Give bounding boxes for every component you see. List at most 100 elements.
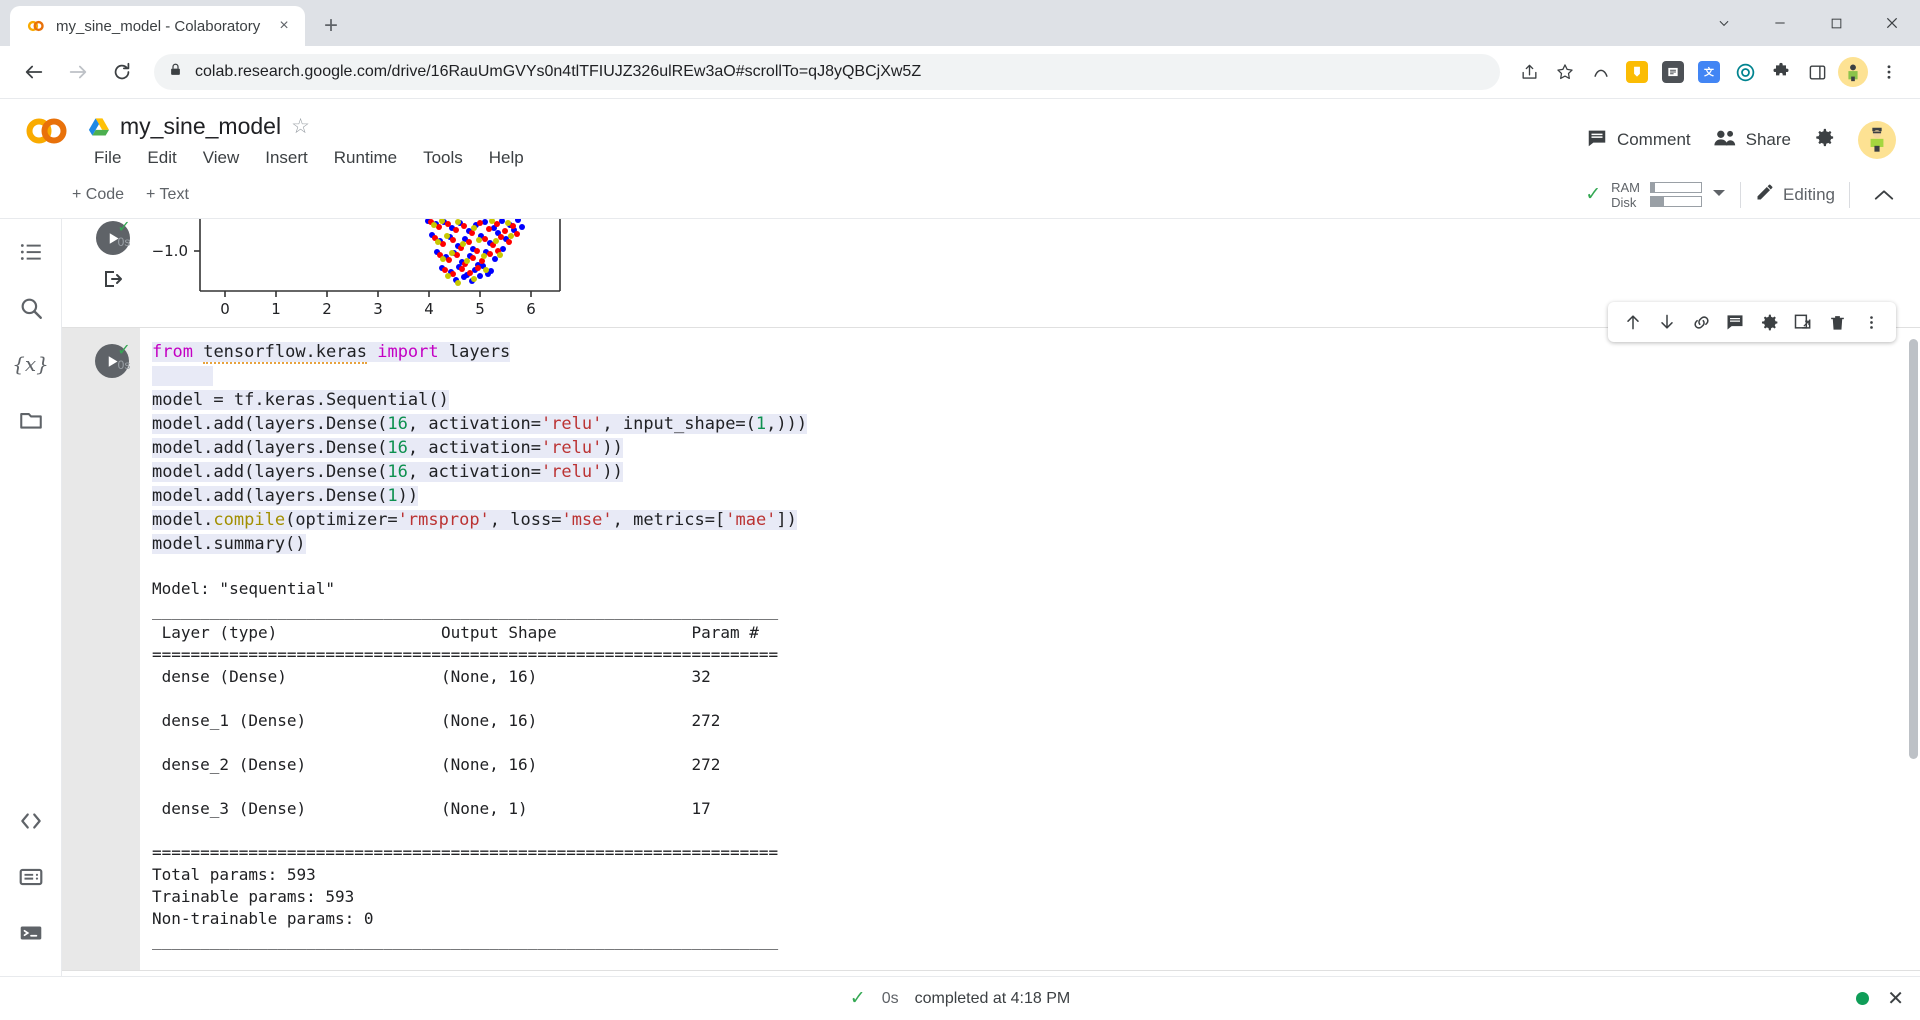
comment-icon[interactable]: [1720, 307, 1750, 337]
share-icon[interactable]: [1512, 55, 1546, 89]
colab-logo[interactable]: [16, 107, 78, 145]
keep-extension-icon[interactable]: [1620, 55, 1654, 89]
connected-dot-icon: [1856, 992, 1870, 1005]
avatar[interactable]: [1836, 55, 1870, 89]
output-arrow-icon[interactable]: [99, 265, 127, 293]
output-rule-eq-2: ========================================…: [152, 843, 779, 862]
url-text: colab.research.google.com/drive/16RauUmG…: [195, 63, 922, 80]
add-text-label: + Text: [146, 185, 189, 203]
people-icon: [1713, 128, 1737, 153]
arrow-up-icon[interactable]: [1618, 307, 1648, 337]
editing-status[interactable]: Editing: [1755, 182, 1835, 207]
notebook-scrollbar[interactable]: [1909, 339, 1918, 759]
sidebar-item-files[interactable]: [8, 397, 54, 443]
menu-view[interactable]: View: [199, 146, 244, 170]
model-cell-gutter: ✓ 0s: [62, 328, 140, 970]
status-check-icon: ✓: [117, 219, 131, 236]
back-icon[interactable]: [14, 52, 54, 92]
svg-text:1: 1: [271, 300, 281, 318]
code-line: model = tf.keras.Sequential(): [152, 390, 449, 410]
sidebar-item-find-and-replace[interactable]: [8, 285, 54, 331]
open-in-new-icon[interactable]: [1788, 307, 1818, 337]
bookmark-star-icon[interactable]: [1548, 55, 1582, 89]
avatar: [1858, 121, 1896, 159]
cell-output: Model: "sequential" ____________________…: [140, 564, 1920, 970]
resource-meter[interactable]: ✓ RAM Disk: [1585, 180, 1726, 210]
add-code-cell-button[interactable]: + Code: [72, 186, 124, 204]
browser-tab[interactable]: my_sine_model - Colaboratory ×: [10, 6, 305, 46]
side-panel-icon[interactable]: [1800, 55, 1834, 89]
omnibox-actions: 文: [1512, 55, 1906, 89]
code-editor[interactable]: from tensorflow.keras import layers mode…: [140, 328, 1920, 564]
autofill-icon[interactable]: [1584, 55, 1618, 89]
link-icon[interactable]: [1686, 307, 1716, 337]
status-check-icon: ✓: [849, 988, 866, 1009]
gear-icon[interactable]: [1754, 307, 1784, 337]
menu-file[interactable]: File: [90, 146, 125, 170]
tab-title: my_sine_model - Colaboratory: [56, 17, 261, 35]
code-line: model.add(layers.Dense(1)): [152, 486, 419, 506]
window-controls: [1696, 0, 1920, 46]
url-bar[interactable]: colab.research.google.com/drive/16RauUmG…: [154, 54, 1500, 90]
comment-label: Comment: [1616, 130, 1691, 149]
settings-button[interactable]: [1813, 126, 1836, 154]
model-cell[interactable]: ✓ 0s from tensorflow.keras import layers…: [62, 302, 1920, 971]
cell-toolbar: [1608, 302, 1896, 342]
divider: [1849, 181, 1850, 208]
menu-runtime[interactable]: Runtime: [330, 146, 401, 170]
code-line: model.add(layers.Dense(16, activation='r…: [152, 462, 623, 482]
output-rule-end: ________________________________________…: [152, 931, 779, 950]
svg-text:5: 5: [475, 300, 485, 318]
maximize-icon[interactable]: [1808, 0, 1864, 46]
scatter-plot: −1.0 0 1 2 3 4 5 6: [140, 219, 561, 319]
add-text-cell-button[interactable]: + Text: [146, 186, 189, 204]
menu-help[interactable]: Help: [485, 146, 528, 170]
output-total-params: Total params: 593: [152, 865, 316, 884]
close-icon[interactable]: ×: [273, 15, 295, 37]
pencil-icon: [1755, 182, 1775, 207]
menu-edit[interactable]: Edit: [143, 146, 180, 170]
code-line: model.compile(optimizer='rmsprop', loss=…: [152, 510, 797, 530]
translate-extension-icon[interactable]: 文: [1692, 55, 1726, 89]
sidebar-item-variables[interactable]: {x}: [8, 341, 54, 387]
trash-icon[interactable]: [1822, 307, 1852, 337]
output-header-row: Layer (type) Output Shape Param #: [152, 623, 788, 642]
menu-insert[interactable]: Insert: [261, 146, 312, 170]
close-icon[interactable]: ✕: [1887, 986, 1904, 1011]
account-avatar[interactable]: [1858, 121, 1896, 159]
extensions-puzzle-icon[interactable]: [1764, 55, 1798, 89]
star-icon[interactable]: ☆: [291, 114, 310, 139]
chevron-up-icon[interactable]: [1864, 175, 1904, 215]
lock-icon: [168, 62, 183, 82]
output-model-name: Model: "sequential": [152, 579, 336, 598]
code-line: [152, 364, 1920, 388]
menu-bar: File Edit View Insert Runtime Tools Help: [90, 146, 528, 170]
share-button[interactable]: Share: [1713, 128, 1791, 153]
comment-button[interactable]: Comment: [1586, 127, 1691, 154]
sidebar-item-code-snippets[interactable]: [8, 798, 54, 844]
chevron-down-icon[interactable]: [1696, 0, 1752, 46]
minimize-icon[interactable]: [1752, 0, 1808, 46]
close-window-icon[interactable]: [1864, 0, 1920, 46]
disk-label: Disk: [1611, 194, 1637, 210]
plot-cell-status: ✓ 0s: [110, 219, 138, 250]
chrome-menu-icon[interactable]: [1872, 55, 1906, 89]
left-sidebar: {x}: [0, 219, 62, 976]
header-actions: Comment Share: [1586, 107, 1896, 159]
dictionary-extension-icon[interactable]: [1656, 55, 1690, 89]
sidebar-item-terminal[interactable]: [8, 910, 54, 956]
page-title[interactable]: my_sine_model: [120, 113, 281, 140]
chevron-down-icon[interactable]: [1712, 188, 1726, 201]
arrow-down-icon[interactable]: [1652, 307, 1682, 337]
new-tab-button[interactable]: +: [313, 8, 349, 44]
reload-icon[interactable]: [102, 52, 142, 92]
menu-tools[interactable]: Tools: [419, 146, 467, 170]
notebook-area[interactable]: ✓ 0s −1.0 0 1 2 3 4 5 6 ✓ 0s from tensor…: [62, 219, 1920, 976]
sidebar-item-table-of-contents[interactable]: [8, 229, 54, 275]
circle-extension-icon[interactable]: [1728, 55, 1762, 89]
more-vert-icon[interactable]: [1856, 307, 1886, 337]
forward-icon[interactable]: [58, 52, 98, 92]
svg-text:2: 2: [322, 300, 332, 318]
sidebar-item-command-palette[interactable]: [8, 854, 54, 900]
title-block: my_sine_model ☆ File Edit View Insert Ru…: [88, 107, 528, 170]
